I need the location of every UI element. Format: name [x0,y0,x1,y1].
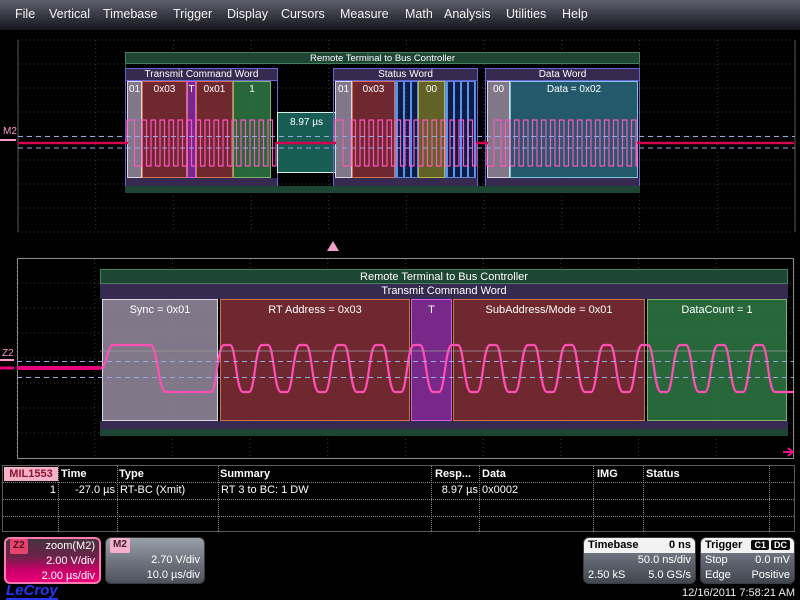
cmd-sync-field: 01 [127,81,142,178]
cmd-word-title: Transmit Command Word [125,68,278,81]
row-index: 1 [31,484,56,496]
m2-trace-label: M2 [3,126,17,137]
zoom-bus-footer [100,429,788,436]
menu-vertical[interactable]: Vertical [49,0,90,30]
m2-badge: M2 [110,538,130,553]
trigger-mode: Stop [705,553,728,568]
m2-descriptor[interactable]: M2 2.70 V/div 10.0 µs/div [105,537,205,584]
table-divider [3,516,794,517]
trigger-slope: Positive [751,568,790,583]
menu-cursors[interactable]: Cursors [281,0,325,30]
menu-file[interactable]: File [15,0,35,30]
col-resp: Resp... [435,468,471,480]
cmd-rtaddr-field: 0x03 [142,81,187,178]
status-bits-field-1 [395,81,418,178]
z2-badge: Z2 [10,539,28,554]
protocol-badge: MIL1553 [4,467,58,481]
col-img: IMG [597,468,618,480]
row-time: -27.0 µs [61,484,115,496]
status-bits-field-2 [445,81,476,178]
menu-help[interactable]: Help [562,0,588,30]
z2-vdiv: 2.00 V/div [46,554,95,569]
menu-math[interactable]: Math [405,0,433,30]
m2-vdiv: 2.70 V/div [151,553,200,568]
timebase-samples: 2.50 kS [588,568,625,583]
data-word-title: Data Word [485,68,640,81]
row-data: 0x0002 [482,484,518,496]
zoom-tr-field: T [411,299,452,421]
status-sync-field: 01 [335,81,352,178]
cmd-count-field: 1 [233,81,271,178]
z2-source: zoom(M2) [45,539,95,554]
menu-timebase[interactable]: Timebase [103,0,157,30]
timebase-offset: 0 ns [669,538,691,553]
datetime-stamp: 12/16/2011 7:58:21 AM [682,587,795,599]
col-status: Status [646,468,680,480]
m2-tdiv: 10.0 µs/div [147,568,200,583]
menu-analysis[interactable]: Analysis [444,0,491,30]
trigger-coupling-badge: DC [771,540,790,550]
trigger-level: 0.0 mV [755,553,790,568]
table-divider [3,499,794,500]
zoom-word-header: Transmit Command Word [100,284,788,299]
bus-footer-strip [125,186,640,193]
z2-trace-label: Z2 [2,348,14,359]
timebase-rate: 5.0 GS/s [648,568,691,583]
zoom-count-field: DataCount = 1 [647,299,787,421]
row-type: RT-BC (Xmit) [120,484,185,496]
trigger-kind: Edge [705,568,731,583]
status-word-title: Status Word [333,68,478,81]
menu-utilities[interactable]: Utilities [506,0,546,30]
cmd-word-footer [126,178,277,186]
timebase-descriptor[interactable]: Timebase 0 ns 50.0 ns/div 2.50 kS 5.0 GS… [583,537,696,584]
cmd-tr-field: T [187,81,196,178]
menu-bar: File Vertical Timebase Trigger Display C… [0,0,800,32]
col-time: Time [61,468,86,480]
data-sync-field: 00 [487,81,510,178]
status-rtaddr-field: 0x03 [352,81,395,178]
data-value-field: Data = 0x02 [510,81,638,178]
status-flags-field: 00 [418,81,445,178]
row-resp: 8.97 µs [426,484,478,496]
zoom-word-footer [100,421,788,429]
col-data: Data [482,468,506,480]
zoom-sync-field: Sync = 0x01 [102,299,218,421]
timebase-title: Timebase [588,538,639,553]
timebase-tdiv: 50.0 ns/div [638,553,691,568]
trigger-title: Trigger [705,538,742,553]
status-word-footer [334,178,477,186]
zoom-rtaddr-field: RT Address = 0x03 [220,299,410,421]
menu-display[interactable]: Display [227,0,268,30]
menu-measure[interactable]: Measure [340,0,389,30]
response-time-box: 8.97 µs [277,112,336,173]
lecroy-logo: LeCroy [6,583,58,600]
zoom-bus-header: Remote Terminal to Bus Controller [100,269,788,284]
trigger-source-badge: C1 [751,540,769,550]
trigger-descriptor[interactable]: Trigger C1DC Stop 0.0 mV Edge Positive [700,537,795,584]
col-summary: Summary [220,468,270,480]
menu-trigger[interactable]: Trigger [173,0,212,30]
decode-result-table[interactable]: MIL1553 Time Type Summary Resp... Data I… [2,465,795,532]
col-type: Type [119,468,144,480]
z2-descriptor[interactable]: Z2 zoom(M2) 2.00 V/div 2.00 µs/div [4,537,101,584]
table-divider [3,482,794,483]
row-summary: RT 3 to BC: 1 DW [221,484,309,496]
bus-transfer-header: Remote Terminal to Bus Controller [125,52,640,64]
data-word-footer [486,178,639,186]
zoom-subaddr-field: SubAddress/Mode = 0x01 [453,299,645,421]
cmd-subaddr-field: 0x01 [196,81,233,178]
